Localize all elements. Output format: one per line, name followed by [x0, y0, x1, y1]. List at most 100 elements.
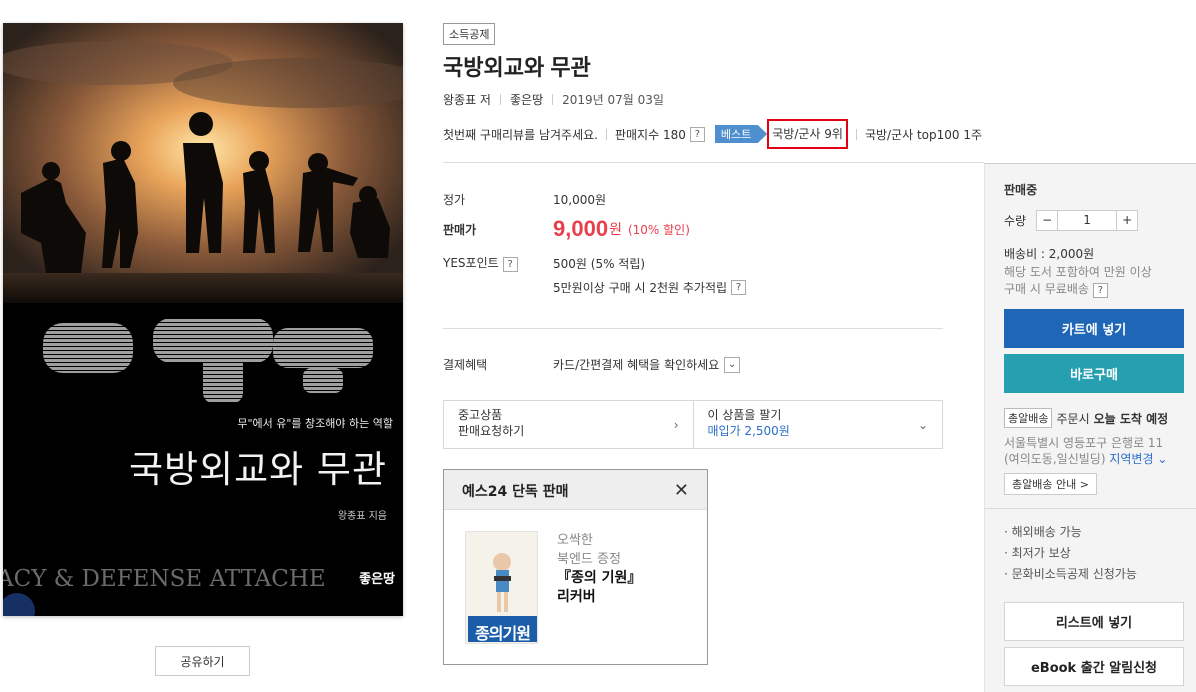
review-row: 첫번째 구매리뷰를 남겨주세요. 판매지수 180 ? 베스트 국방/군사 9위… [443, 119, 982, 149]
service-list: · 해외배송 가능 · 최저가 보상 · 문화비소득공제 신청가능 [1004, 522, 1137, 585]
service-item-culture-deduction: · 문화비소득공제 신청가능 [1004, 567, 1137, 581]
help-icon[interactable]: ? [502, 257, 518, 272]
exclusive-title: 예스24 단독 판매 [462, 484, 569, 500]
income-deduction-badge: 소득공제 [443, 23, 496, 45]
publisher-link[interactable]: 좋은땅 [510, 91, 543, 108]
purchase-panel: 판매중 수량 − 1 + 배송비 : 2,000원 해당 도서 포함하여 만원 … [984, 163, 1196, 692]
review-prompt-link[interactable]: 첫번째 구매리뷰를 남겨주세요. [443, 126, 598, 143]
divider [499, 94, 501, 105]
top100-link[interactable]: 국방/군사 top100 1주 [865, 126, 982, 143]
delivery-row: 총알배송 주문시 오늘 도착 예정 [1004, 408, 1168, 428]
sales-index: 판매지수 180 [614, 127, 686, 142]
ebook-alert-button[interactable]: eBook 출간 알림신청 [1004, 647, 1184, 686]
express-info-wrap: 총알배송 안내 > [1004, 473, 1097, 495]
chevron-right-icon: › [673, 418, 679, 432]
divider [443, 162, 984, 163]
exclusive-line3: 『종의 기원』 [557, 570, 642, 586]
exclusive-header: 예스24 단독 판매 ✕ [444, 470, 707, 510]
exclusive-line2: 북엔드 증정 [557, 552, 621, 567]
point-label: YES포인트 [443, 256, 499, 270]
point-extra-row: 5만원이상 구매 시 2천원 추가적립 ? [553, 279, 747, 296]
quantity-stepper: − 1 + [1036, 210, 1139, 231]
delivery-address-line2-wrap: (여의도동,일신빌딩) 지역변경 ⌄ [1004, 450, 1167, 467]
quantity-row: 수량 − 1 + [1004, 210, 1139, 231]
sale-status: 판매중 [1004, 183, 1038, 197]
point-label-wrap: YES포인트? [443, 254, 553, 272]
used-sell-request[interactable]: 중고상품 판매요청하기 › [444, 401, 693, 448]
express-delivery-badge: 총알배송 [1004, 408, 1053, 428]
close-icon[interactable]: ✕ [674, 480, 689, 501]
cover-english-title: ACY & DEFENSE ATTACHE [3, 566, 326, 592]
payment-benefit-row: 결제혜택 카드/간편결제 혜택을 확인하세요 ⌄ [443, 356, 741, 373]
sale-price-value: 9,000 [553, 216, 609, 241]
share-button[interactable]: 공유하기 [155, 646, 250, 676]
cover-publisher-logo: 좋은땅 [359, 572, 395, 587]
list-price-label: 정가 [443, 193, 466, 207]
list-price-value: 10,000원 [553, 193, 607, 207]
divider [605, 128, 607, 140]
service-item-overseas: · 해외배송 가능 [1004, 525, 1082, 539]
sell-this-product[interactable]: 이 상품을 팔기 매입가 2,500원 ⌄ [692, 401, 943, 448]
best-label: 베스트 [714, 125, 768, 143]
buyback-price: 매입가 2,500원 [707, 424, 790, 438]
delivery-address-line1: 서울특별시 영등포구 은행로 11 [1004, 436, 1164, 450]
used-right-line1: 이 상품을 팔기 [707, 408, 782, 422]
chevron-down-icon: ⌄ [917, 418, 928, 432]
help-icon[interactable]: ? [731, 280, 747, 295]
add-to-cart-button[interactable]: 카트에 넣기 [1004, 309, 1184, 348]
quantity-input[interactable]: 1 [1057, 211, 1118, 230]
used-left-line1: 중고상품 [458, 408, 503, 422]
point-row: YES포인트? 500원 (5% 적립) [443, 254, 645, 272]
free-shipping-line1: 해당 도서 포함하여 만원 이상 [1004, 265, 1152, 279]
delivery-text: 주문시 [1056, 411, 1090, 426]
cover-tagline: 무"에서 유"를 창조해야 하는 역할 [237, 417, 393, 430]
chevron-down-icon[interactable]: ⌄ [724, 356, 741, 373]
free-shipping-line2-wrap: 구매 시 무료배송? [1004, 280, 1108, 298]
cover-author: 왕종표 지음 [337, 511, 387, 522]
shipping-fee: 배송비 : 2,000원 [1004, 247, 1095, 261]
exclusive-book-thumbnail[interactable]: 종의기원 [465, 531, 538, 644]
category-rank-link[interactable]: 국방/군사 9위 [767, 119, 848, 149]
service-item-lowest-price: · 최저가 보상 [1004, 546, 1071, 560]
used-product-box: 중고상품 판매요청하기 › 이 상품을 팔기 매입가 2,500원 ⌄ [443, 400, 943, 449]
exclusive-popup: 예스24 단독 판매 ✕ 종의기원 오싹한 북엔드 증정 『종의 기원』 리커버 [443, 469, 708, 665]
divider [855, 128, 857, 140]
payment-label: 결제혜택 [443, 358, 488, 372]
delivery-estimate: 오늘 도착 예정 [1093, 411, 1169, 426]
book-cover-image: 무"에서 유"를 창조해야 하는 역할 국방외교와 무관 왕종표 지음 ACY … [3, 23, 403, 616]
quantity-label: 수량 [1004, 214, 1027, 228]
payment-value: 카드/간편결제 혜택을 확인하세요 [553, 358, 720, 372]
express-info-button[interactable]: 총알배송 안내 > [1004, 473, 1097, 495]
cover-artwork [3, 23, 403, 616]
exclusive-line1: 오싹한 [557, 533, 593, 548]
product-meta: 왕종표 저 좋은땅 2019년 07월 03일 [443, 91, 664, 108]
divider [985, 508, 1196, 509]
change-region-link[interactable]: 지역변경 [1109, 452, 1153, 466]
quantity-plus-button[interactable]: + [1117, 211, 1137, 230]
exclusive-line4: 리커버 [557, 589, 596, 605]
free-shipping-line2: 구매 시 무료배송 [1004, 282, 1089, 296]
chevron-down-icon: ⌄ [1153, 452, 1168, 466]
point-extra: 5만원이상 구매 시 2천원 추가적립 [553, 281, 728, 295]
publish-date: 2019년 07월 03일 [562, 93, 664, 107]
product-title: 국방외교와 무관 [443, 55, 591, 80]
used-left-line2: 판매요청하기 [458, 424, 525, 438]
sale-price-label: 판매가 [443, 222, 477, 237]
help-icon[interactable]: ? [689, 126, 705, 142]
help-icon[interactable]: ? [1092, 283, 1108, 298]
point-value: 500원 (5% 적립) [553, 256, 646, 271]
cover-title: 국방외교와 무관 [128, 448, 387, 491]
delivery-address-line2: (여의도동,일신빌딩) [1004, 452, 1106, 466]
divider [443, 328, 943, 329]
divider [552, 94, 554, 105]
exclusive-description[interactable]: 오싹한 북엔드 증정 『종의 기원』 리커버 [557, 531, 641, 607]
add-to-list-button[interactable]: 리스트에 넣기 [1004, 602, 1184, 641]
list-price-row: 정가 10,000원 [443, 191, 606, 208]
buy-now-button[interactable]: 바로구매 [1004, 354, 1184, 393]
sale-price-unit: 원 [609, 222, 622, 238]
thumbnail-title: 종의기원 [475, 624, 531, 643]
quantity-minus-button[interactable]: − [1037, 211, 1057, 230]
sale-price-row: 판매가 9,000 원 (10% 할인) [443, 216, 690, 242]
discount-rate: (10% 할인) [627, 222, 690, 237]
author-link[interactable]: 왕종표 저 [443, 91, 491, 108]
